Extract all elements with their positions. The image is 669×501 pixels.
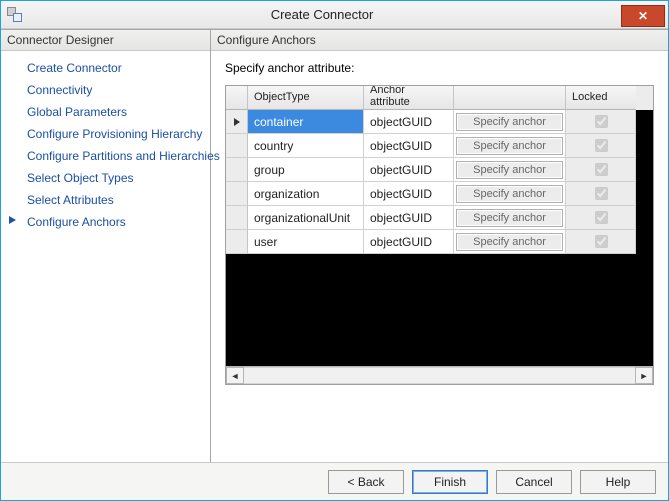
scroll-right-arrow-icon[interactable]: ► — [635, 367, 653, 384]
specify-anchor-button[interactable]: Specify anchor — [456, 233, 563, 251]
cell-locked — [566, 206, 636, 230]
specify-anchor-button[interactable]: Specify anchor — [456, 113, 563, 131]
row-selector[interactable] — [226, 230, 248, 254]
titlebar: Create Connector ✕ — [1, 1, 668, 29]
locked-checkbox[interactable] — [595, 211, 608, 224]
window-title: Create Connector — [23, 7, 621, 22]
specify-anchor-button[interactable]: Specify anchor — [456, 161, 563, 179]
grid-rows: containerobjectGUIDSpecify anchorcountry… — [226, 110, 653, 254]
specify-anchor-button[interactable]: Specify anchor — [456, 185, 563, 203]
cell-specify: Specify anchor — [454, 206, 566, 230]
cell-anchor[interactable]: objectGUID — [364, 206, 454, 230]
close-button[interactable]: ✕ — [621, 5, 665, 27]
cell-anchor[interactable]: objectGUID — [364, 110, 454, 134]
table-row[interactable]: organizationalUnitobjectGUIDSpecify anch… — [226, 206, 653, 230]
cell-locked — [566, 230, 636, 254]
nav-item[interactable]: Configure Partitions and Hierarchies — [3, 145, 208, 167]
cell-objecttype[interactable]: container — [248, 110, 364, 134]
row-selector[interactable] — [226, 134, 248, 158]
grid-header-specify[interactable] — [454, 86, 566, 110]
row-selector[interactable] — [226, 206, 248, 230]
cell-anchor[interactable]: objectGUID — [364, 182, 454, 206]
app-icon — [7, 7, 23, 23]
cell-specify: Specify anchor — [454, 182, 566, 206]
nav-item[interactable]: Configure Provisioning Hierarchy — [3, 123, 208, 145]
wizard-body: Connector Designer Create ConnectorConne… — [1, 29, 668, 462]
nav-item[interactable]: Configure Anchors — [3, 211, 208, 233]
grid-header-anchor[interactable]: Anchor attribute — [364, 86, 454, 110]
cell-objecttype[interactable]: group — [248, 158, 364, 182]
cell-locked — [566, 134, 636, 158]
cell-objecttype[interactable]: country — [248, 134, 364, 158]
grid-header-objecttype[interactable]: ObjectType — [248, 86, 364, 110]
grid-header-row: ObjectType Anchor attribute Locked — [226, 86, 653, 110]
grid-header-anchor-line2: attribute — [370, 97, 410, 109]
cell-objecttype[interactable]: organization — [248, 182, 364, 206]
cell-objecttype[interactable]: user — [248, 230, 364, 254]
table-row[interactable]: organizationobjectGUIDSpecify anchor — [226, 182, 653, 206]
specify-anchor-button[interactable]: Specify anchor — [456, 137, 563, 155]
right-body: Specify anchor attribute: ObjectType Anc… — [211, 51, 668, 462]
cell-specify: Specify anchor — [454, 230, 566, 254]
cell-anchor[interactable]: objectGUID — [364, 134, 454, 158]
cell-locked — [566, 110, 636, 134]
cell-objecttype[interactable]: organizationalUnit — [248, 206, 364, 230]
left-pane: Connector Designer Create ConnectorConne… — [1, 30, 211, 462]
nav-item[interactable]: Connectivity — [3, 79, 208, 101]
horizontal-scrollbar[interactable]: ◄ ► — [226, 366, 653, 384]
grid-header-anchor-line1: Anchor — [370, 86, 405, 97]
close-icon: ✕ — [638, 9, 648, 23]
row-selector[interactable] — [226, 158, 248, 182]
table-row[interactable]: userobjectGUIDSpecify anchor — [226, 230, 653, 254]
table-row[interactable]: groupobjectGUIDSpecify anchor — [226, 158, 653, 182]
cell-specify: Specify anchor — [454, 158, 566, 182]
table-row[interactable]: countryobjectGUIDSpecify anchor — [226, 134, 653, 158]
cell-locked — [566, 158, 636, 182]
nav-item[interactable]: Select Attributes — [3, 189, 208, 211]
locked-checkbox[interactable] — [595, 187, 608, 200]
locked-checkbox[interactable] — [595, 139, 608, 152]
cell-anchor[interactable]: objectGUID — [364, 158, 454, 182]
nav-list: Create ConnectorConnectivityGlobal Param… — [1, 51, 210, 462]
cell-specify: Specify anchor — [454, 110, 566, 134]
finish-button[interactable]: Finish — [412, 470, 488, 494]
instruction-text: Specify anchor attribute: — [225, 61, 654, 75]
cell-locked — [566, 182, 636, 206]
locked-checkbox[interactable] — [595, 115, 608, 128]
nav-item[interactable]: Select Object Types — [3, 167, 208, 189]
wizard-buttons: < Back Finish Cancel Help — [1, 462, 668, 500]
scroll-left-arrow-icon[interactable]: ◄ — [226, 367, 244, 384]
help-button[interactable]: Help — [580, 470, 656, 494]
specify-anchor-button[interactable]: Specify anchor — [456, 209, 563, 227]
row-selector[interactable] — [226, 110, 248, 134]
locked-checkbox[interactable] — [595, 163, 608, 176]
table-row[interactable]: containerobjectGUIDSpecify anchor — [226, 110, 653, 134]
cell-specify: Specify anchor — [454, 134, 566, 158]
right-heading: Configure Anchors — [211, 30, 668, 51]
cancel-button[interactable]: Cancel — [496, 470, 572, 494]
right-pane: Configure Anchors Specify anchor attribu… — [211, 30, 668, 462]
grid-header-rowselect[interactable] — [226, 86, 248, 110]
row-selector[interactable] — [226, 182, 248, 206]
cell-anchor[interactable]: objectGUID — [364, 230, 454, 254]
scroll-track[interactable] — [244, 367, 635, 384]
anchor-grid: ObjectType Anchor attribute Locked conta… — [225, 85, 654, 385]
nav-item[interactable]: Create Connector — [3, 57, 208, 79]
grid-empty-area — [226, 254, 653, 366]
locked-checkbox[interactable] — [595, 235, 608, 248]
back-button[interactable]: < Back — [328, 470, 404, 494]
left-heading: Connector Designer — [1, 30, 210, 51]
nav-item[interactable]: Global Parameters — [3, 101, 208, 123]
grid-header-locked[interactable]: Locked — [566, 86, 636, 110]
